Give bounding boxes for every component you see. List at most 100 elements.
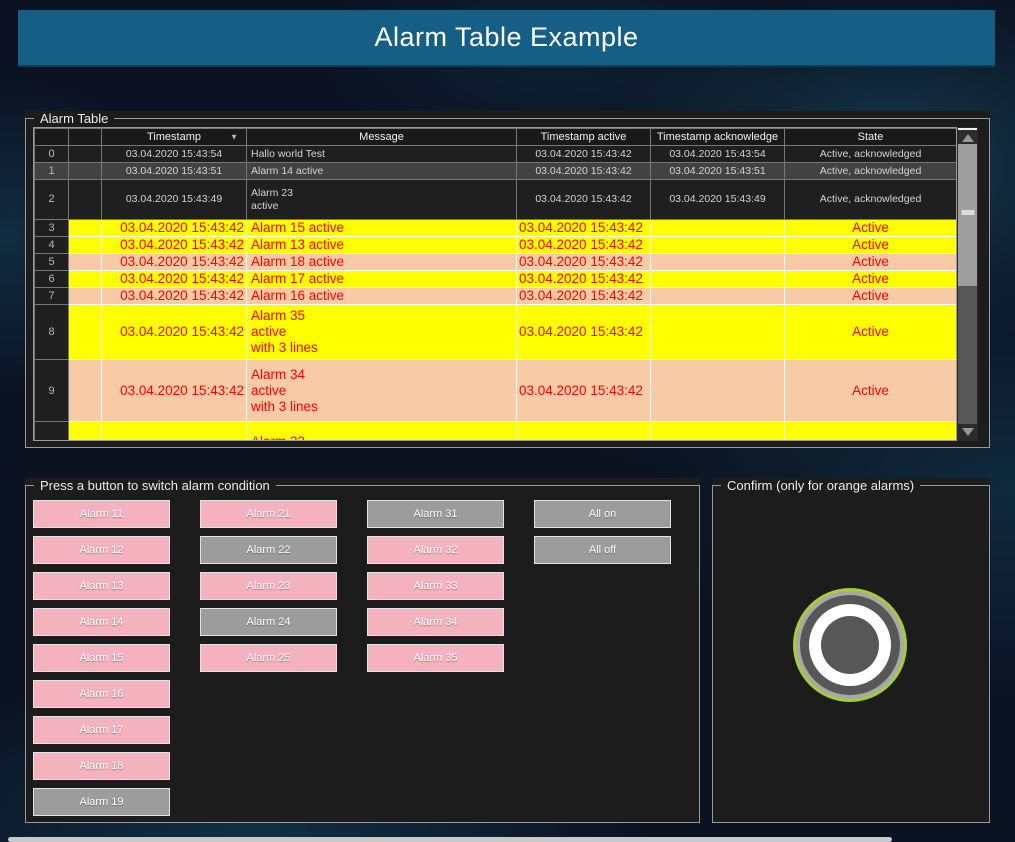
confirm-button-body — [800, 595, 900, 695]
column-header[interactable]: Timestamp active — [517, 129, 651, 146]
alarm-17-button[interactable]: Alarm 17 — [33, 716, 170, 744]
column-header[interactable] — [35, 129, 69, 146]
all-on-button[interactable]: All on — [534, 500, 671, 528]
cell-tsk — [651, 254, 785, 271]
cell-tsk: 03.04.2020 15:43:49 — [651, 180, 785, 220]
cell-ind — [69, 271, 102, 288]
alarm-13-button[interactable]: Alarm 13 — [33, 572, 170, 600]
alarm-24-button[interactable]: Alarm 24 — [200, 608, 337, 636]
cell-tsa: 03.04.2020 15:43:42 — [517, 146, 651, 163]
cell-msg: Alarm 14 active — [247, 163, 517, 180]
cell-tsa: 03.04.2020 15:43:42 — [517, 271, 651, 288]
cell-ind — [69, 163, 102, 180]
table-row[interactable]: 403.04.2020 15:43:42Alarm 13 active03.04… — [35, 237, 957, 254]
table-row[interactable]: 903.04.2020 15:43:42Alarm 34 active with… — [35, 360, 957, 422]
cell-ts: 03.04.2020 15:43:54 — [102, 146, 247, 163]
column-header-label: Message — [359, 131, 404, 143]
confirm-button[interactable] — [793, 588, 907, 702]
cell-msg: Alarm 13 active — [247, 237, 517, 254]
column-header[interactable]: Timestamp ▼ — [102, 129, 247, 146]
column-header[interactable] — [69, 129, 102, 146]
cell-ts: 03.04.2020 15:43:42 — [102, 237, 247, 254]
all-off-button[interactable]: All off — [534, 536, 671, 564]
cell-tsa — [517, 422, 651, 442]
alarm-22-button[interactable]: Alarm 22 — [200, 536, 337, 564]
alarm-12-button[interactable]: Alarm 12 — [33, 536, 170, 564]
alarm-35-button[interactable]: Alarm 35 — [367, 644, 504, 672]
cell-num — [35, 422, 69, 442]
cell-num: 8 — [35, 305, 69, 360]
table-row[interactable]: 803.04.2020 15:43:42Alarm 35 active with… — [35, 305, 957, 360]
cell-ind — [69, 146, 102, 163]
alarm-14-button[interactable]: Alarm 14 — [33, 608, 170, 636]
table-row[interactable]: 303.04.2020 15:43:42Alarm 15 active03.04… — [35, 220, 957, 237]
alarm-11-button[interactable]: Alarm 11 — [33, 500, 170, 528]
table-row[interactable]: Alarm 33 — [35, 422, 957, 442]
cell-tsa: 03.04.2020 15:43:42 — [517, 163, 651, 180]
alarm-21-button[interactable]: Alarm 21 — [200, 500, 337, 528]
cell-ts: 03.04.2020 15:43:42 — [102, 271, 247, 288]
table-scrollbar[interactable] — [957, 127, 978, 441]
column-header-label: State — [858, 131, 884, 143]
scrollbar-thumb[interactable] — [958, 144, 977, 286]
cell-tsa: 03.04.2020 15:43:42 — [517, 360, 651, 422]
page-title: Alarm Table Example — [374, 22, 638, 53]
alarm-23-button[interactable]: Alarm 23 — [200, 572, 337, 600]
cell-tsa: 03.04.2020 15:43:42 — [517, 288, 651, 305]
cell-state: Active, acknowledged — [785, 146, 957, 163]
table-row[interactable]: 103.04.2020 15:43:51Alarm 14 active03.04… — [35, 163, 957, 180]
cell-state — [785, 422, 957, 442]
alarm-19-button[interactable]: Alarm 19 — [33, 788, 170, 816]
confirm-button-white-ring — [809, 604, 891, 686]
cell-state: Active — [785, 305, 957, 360]
table-row[interactable]: 603.04.2020 15:43:42Alarm 17 active03.04… — [35, 271, 957, 288]
sort-desc-icon: ▼ — [230, 133, 238, 142]
cell-state: Active, acknowledged — [785, 180, 957, 220]
cell-num: 7 — [35, 288, 69, 305]
table-row[interactable]: 703.04.2020 15:43:42Alarm 16 active03.04… — [35, 288, 957, 305]
column-header[interactable]: Timestamp acknowledge — [651, 129, 785, 146]
cell-msg: Alarm 16 active — [247, 288, 517, 305]
alarm-buttons-groupbox: Press a button to switch alarm condition… — [25, 478, 700, 823]
column-header-label: Timestamp — [147, 131, 201, 143]
cell-ts: 03.04.2020 15:43:51 — [102, 163, 247, 180]
column-header[interactable]: Message — [247, 129, 517, 146]
cell-num: 9 — [35, 360, 69, 422]
cell-state: Active — [785, 220, 957, 237]
cell-tsk — [651, 271, 785, 288]
cell-ind — [69, 237, 102, 254]
alarm-33-button[interactable]: Alarm 33 — [367, 572, 504, 600]
alarm-18-button[interactable]: Alarm 18 — [33, 752, 170, 780]
alarm-16-button[interactable]: Alarm 16 — [33, 680, 170, 708]
cell-tsa: 03.04.2020 15:43:42 — [517, 237, 651, 254]
cell-msg: Alarm 17 active — [247, 271, 517, 288]
cell-num: 3 — [35, 220, 69, 237]
column-header[interactable]: State — [785, 129, 957, 146]
alarm-table: Timestamp ▼ Message Timestamp active Timesta… — [33, 127, 957, 441]
table-row[interactable]: 503.04.2020 15:43:42Alarm 18 active03.04… — [35, 254, 957, 271]
cell-tsa: 03.04.2020 15:43:42 — [517, 180, 651, 220]
cell-tsk — [651, 305, 785, 360]
cell-ind — [69, 305, 102, 360]
cell-msg: Alarm 35 active with 3 lines — [247, 305, 517, 360]
arrow-up-icon — [962, 134, 974, 142]
column-header-label: Timestamp active — [541, 131, 627, 143]
alarm-32-button[interactable]: Alarm 32 — [367, 536, 504, 564]
cell-tsk — [651, 288, 785, 305]
alarm-31-button[interactable]: Alarm 31 — [367, 500, 504, 528]
cell-ts: 03.04.2020 15:43:42 — [102, 360, 247, 422]
scroll-down-button[interactable] — [958, 424, 977, 440]
title-bar: Alarm Table Example — [18, 10, 995, 67]
cell-msg: Alarm 23 active — [247, 180, 517, 220]
cell-ind — [69, 360, 102, 422]
alarm-25-button[interactable]: Alarm 25 — [200, 644, 337, 672]
alarm-34-button[interactable]: Alarm 34 — [367, 608, 504, 636]
table-row[interactable]: 003.04.2020 15:43:54Hallo world Test03.0… — [35, 146, 957, 163]
cell-state: Active — [785, 288, 957, 305]
cell-tsk — [651, 360, 785, 422]
table-row[interactable]: 203.04.2020 15:43:49Alarm 23 active03.04… — [35, 180, 957, 220]
alarm-table-groupbox: Alarm Table Timestamp▼MessageTimestamp a… — [25, 111, 990, 448]
alarm-15-button[interactable]: Alarm 15 — [33, 644, 170, 672]
confirm-button-gray-ring — [796, 591, 904, 699]
cell-state: Active — [785, 237, 957, 254]
